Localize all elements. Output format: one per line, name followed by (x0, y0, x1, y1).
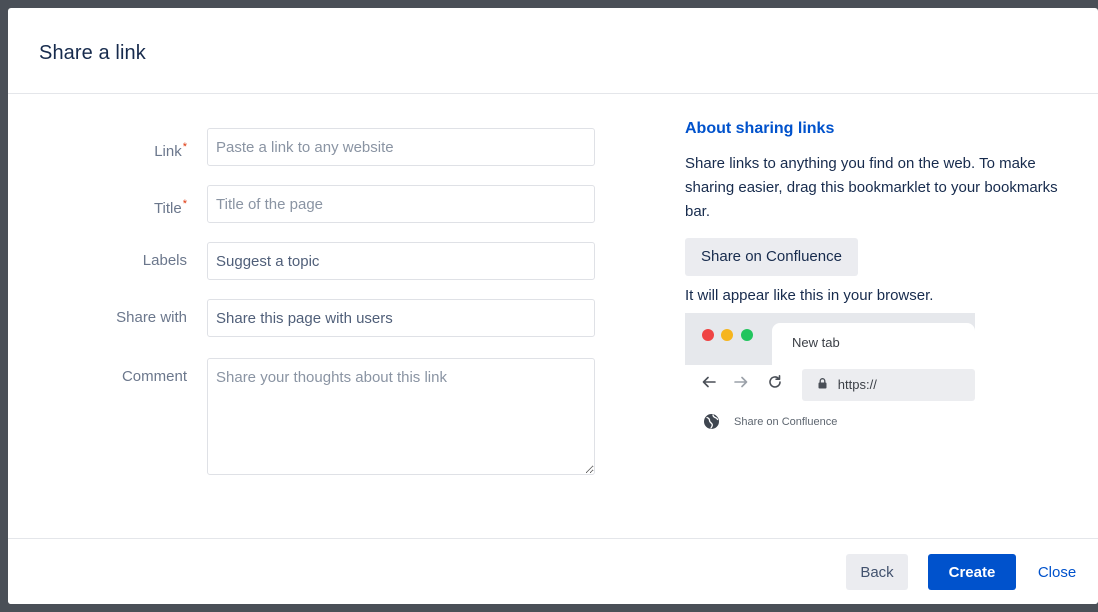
share-with-label: Share with (116, 309, 187, 326)
link-label: Link* (8, 128, 207, 171)
url-bar: https:// (802, 369, 975, 401)
arrow-right-icon (733, 374, 749, 395)
required-marker: * (182, 198, 187, 210)
browser-preview: New tab https:// Share on Confluence (685, 313, 975, 433)
about-description: Share links to anything you find on the … (685, 155, 1058, 220)
dialog-header: Share a link (8, 8, 1098, 94)
link-row: Link* (8, 128, 595, 171)
bookmark-preview: Share on Confluence (703, 413, 837, 430)
reload-icon (767, 374, 783, 395)
share-with-input[interactable] (207, 299, 595, 337)
labels-row: Labels (8, 242, 595, 280)
window-close-dot-icon (702, 329, 714, 341)
arrow-left-icon (701, 374, 717, 395)
share-link-dialog: Share a link Link* Title* Labels Share w… (8, 8, 1098, 604)
close-button[interactable]: Close (1020, 554, 1094, 590)
appear-text: It will appear like this in your browser… (685, 287, 934, 304)
comment-label: Comment (121, 368, 187, 385)
comment-textarea[interactable] (207, 358, 595, 475)
dialog-title: Share a link (39, 42, 146, 64)
required-marker: * (182, 141, 187, 153)
link-label-text: Link (154, 143, 182, 160)
browser-tabstrip: New tab (685, 313, 975, 365)
link-input[interactable] (207, 128, 595, 166)
bookmarklet-button[interactable]: Share on Confluence (685, 238, 858, 276)
title-label-text: Title (153, 200, 182, 217)
lock-icon (818, 378, 830, 392)
browser-tab: New tab (772, 323, 975, 365)
window-maximize-dot-icon (741, 329, 753, 341)
labels-label: Labels (142, 252, 187, 269)
bookmark-label: Share on Confluence (734, 415, 838, 428)
title-input[interactable] (207, 185, 595, 223)
title-row: Title* (8, 185, 595, 228)
dialog-body: Link* Title* Labels Share with Comment A… (8, 94, 1098, 538)
labels-input[interactable] (207, 242, 595, 280)
title-label: Title* (8, 185, 207, 228)
comment-row: Comment (8, 358, 595, 475)
url-text: https:// (837, 377, 877, 392)
share-with-row: Share with (8, 299, 595, 337)
browser-navbar: https:// (685, 365, 975, 405)
about-title: About sharing links (685, 120, 835, 137)
dialog-footer: Back Create Close (8, 538, 1098, 604)
window-minimize-dot-icon (721, 329, 733, 341)
back-button[interactable]: Back (846, 554, 908, 590)
about-sharing-panel: About sharing links Share links to anyth… (685, 120, 1085, 433)
create-button[interactable]: Create (928, 554, 1016, 590)
globe-icon (703, 413, 720, 430)
